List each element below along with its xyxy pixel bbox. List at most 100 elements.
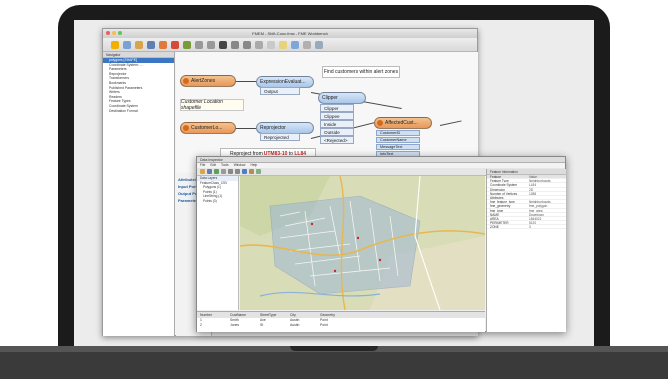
menu-tools[interactable]: Tools bbox=[221, 163, 229, 168]
property-value: 5120 bbox=[529, 221, 537, 225]
writer-port-icon bbox=[377, 120, 383, 126]
property-value: Downtown bbox=[529, 212, 544, 216]
zoom-out-icon[interactable] bbox=[243, 40, 251, 49]
workbench-titlebar: FMEM - Shift-Conc.fmw - FME Workbench bbox=[103, 29, 477, 38]
port-label: Clipper bbox=[324, 105, 339, 111]
output-port[interactable]: Output bbox=[260, 87, 300, 95]
annotation-icon[interactable] bbox=[279, 40, 287, 49]
rejected-port[interactable]: <Rejected> bbox=[320, 136, 354, 144]
clipper-port[interactable]: Clipper bbox=[320, 104, 354, 112]
data-inspector-window: Data Inspector File Edit Tools Window He… bbox=[196, 156, 566, 332]
run-icon[interactable] bbox=[111, 40, 119, 49]
node-label: Reprojector bbox=[260, 125, 286, 131]
undo-icon[interactable] bbox=[195, 40, 203, 49]
zoom-in-icon[interactable] bbox=[231, 40, 239, 49]
menu-help[interactable]: Help bbox=[250, 163, 257, 168]
node-label: CustomerLo... bbox=[191, 125, 223, 131]
pan-icon[interactable] bbox=[255, 40, 263, 49]
transformer-icon[interactable] bbox=[183, 40, 191, 49]
workbench-toolbar bbox=[103, 38, 477, 52]
reader-port-icon bbox=[183, 78, 189, 84]
property-value: 1844021 bbox=[529, 216, 542, 221]
menu-file[interactable]: File bbox=[200, 163, 205, 168]
background-map-icon[interactable] bbox=[256, 169, 261, 174]
port-label: Reprojected bbox=[264, 134, 289, 140]
feature-information-panel: Feature Information Feature Value Feature… bbox=[486, 169, 566, 332]
property-key: Feature Type bbox=[490, 179, 509, 183]
pan-icon[interactable] bbox=[221, 169, 226, 174]
alert-zones-reader[interactable]: AlertZones bbox=[180, 75, 236, 87]
property-key: AREA bbox=[490, 216, 499, 221]
writer-attribute[interactable]: CustomerID bbox=[376, 130, 420, 136]
customer-location-reader[interactable]: CustomerLo... bbox=[180, 122, 236, 134]
clipper-node[interactable]: Clipper bbox=[318, 92, 366, 104]
menu-window[interactable]: Window bbox=[234, 163, 246, 168]
map-view[interactable] bbox=[240, 176, 485, 310]
close-icon[interactable] bbox=[106, 31, 110, 35]
redo-icon[interactable] bbox=[207, 40, 215, 49]
refresh-icon[interactable] bbox=[214, 169, 219, 174]
workspace-canvas[interactable]: AlertZones ExpressionEvaluat... Output C… bbox=[176, 52, 478, 172]
attribute-table: Number CustName StreetType City Geometry… bbox=[197, 311, 485, 332]
settings-icon[interactable] bbox=[303, 40, 311, 49]
property-key: Number of Vertices bbox=[490, 191, 518, 195]
port-label: Clippee bbox=[324, 113, 340, 119]
select-icon[interactable] bbox=[242, 169, 247, 174]
open-icon[interactable] bbox=[135, 40, 143, 49]
table-cell: Point bbox=[320, 323, 328, 327]
property-key: PERIMETER bbox=[490, 221, 509, 225]
node-label: ExpressionEvaluat... bbox=[260, 79, 306, 85]
measure-icon[interactable] bbox=[249, 169, 254, 174]
zoom-icon[interactable] bbox=[118, 31, 122, 35]
property-value: Neighborhoods bbox=[529, 200, 551, 204]
help-icon[interactable] bbox=[315, 40, 323, 49]
reprojected-port[interactable]: Reprojected bbox=[260, 133, 300, 141]
property-key: ZONE bbox=[490, 225, 499, 229]
property-value: 3 bbox=[529, 225, 531, 229]
node-label: AlertZones bbox=[191, 78, 216, 84]
customer-location-annotation[interactable]: Customer Location shapefile bbox=[180, 99, 244, 111]
property-key: fme_type bbox=[490, 208, 504, 212]
window-title: FMEM - Shift-Conc.fmw - FME Workbench bbox=[252, 31, 328, 36]
property-key: NAME bbox=[490, 212, 500, 216]
table-cell: Austin bbox=[290, 323, 300, 327]
zoom-out-icon[interactable] bbox=[235, 169, 240, 174]
affected-customers-writer[interactable]: AffectedCust... bbox=[374, 117, 432, 129]
zoom-in-icon[interactable] bbox=[228, 169, 233, 174]
save-icon[interactable] bbox=[147, 40, 155, 49]
table-cell: St bbox=[260, 323, 264, 327]
property-key: Dimension bbox=[490, 187, 506, 191]
table-row[interactable]: 2 Jones St Austin Point bbox=[197, 323, 485, 328]
writer-attribute[interactable]: MessageText bbox=[376, 144, 420, 150]
property-row[interactable]: ZONE 3 bbox=[487, 225, 566, 230]
annotation-text: Customer Location shapefile bbox=[181, 99, 223, 111]
table-cell: Jones bbox=[230, 323, 240, 327]
property-value bbox=[527, 196, 566, 199]
pointer-icon[interactable] bbox=[219, 40, 227, 49]
add-writer-icon[interactable] bbox=[171, 40, 179, 49]
add-reader-icon[interactable] bbox=[159, 40, 167, 49]
save-icon[interactable] bbox=[207, 169, 212, 174]
writer-attribute[interactable]: CustomerName bbox=[376, 137, 420, 143]
connection-line bbox=[234, 81, 256, 83]
property-value: 2D bbox=[529, 187, 534, 191]
property-key: fme_feature_type bbox=[490, 200, 515, 204]
inspector-icon[interactable] bbox=[291, 40, 299, 49]
menu-edit[interactable]: Edit bbox=[210, 163, 216, 168]
nav-item[interactable]: Destination Format bbox=[103, 109, 174, 114]
port-label: <Rejected> bbox=[324, 137, 348, 143]
laptop-notch bbox=[290, 346, 378, 351]
find-customers-annotation[interactable]: Find customers within alert zones bbox=[322, 66, 400, 78]
node-label: AffectedCust... bbox=[385, 120, 418, 126]
new-icon[interactable] bbox=[123, 40, 131, 49]
tree-item[interactable]: Points (3) bbox=[197, 199, 238, 204]
outside-port[interactable]: Outside bbox=[320, 128, 354, 136]
clippee-port[interactable]: Clippee bbox=[320, 112, 354, 120]
property-key: Feature bbox=[490, 175, 501, 179]
property-value: fme_polygon bbox=[529, 204, 548, 208]
minimize-icon[interactable] bbox=[112, 31, 116, 35]
open-icon[interactable] bbox=[200, 169, 205, 174]
bookmark-icon[interactable] bbox=[267, 40, 275, 49]
inside-port[interactable]: Inside bbox=[320, 120, 354, 128]
port-label: Output bbox=[264, 88, 278, 94]
